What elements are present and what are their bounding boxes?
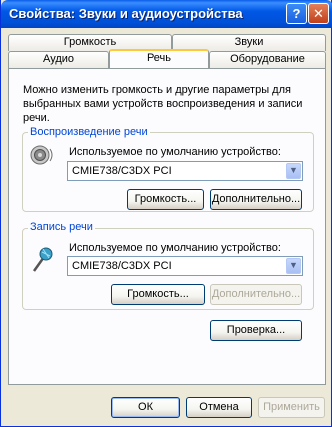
tab-hardware[interactable]: Оборудование xyxy=(209,51,326,68)
close-button[interactable]: ✕ xyxy=(308,3,329,24)
tab-audio[interactable]: Аудио xyxy=(8,51,109,68)
cancel-button[interactable]: Отмена xyxy=(186,397,252,418)
window-title: Свойства: Звуки и аудиоустройства xyxy=(9,6,243,21)
title-bar[interactable]: Свойства: Звуки и аудиоустройства ? ✕ xyxy=(1,0,332,28)
description-text: Можно изменить громкость и другие параме… xyxy=(23,84,303,124)
recording-device-value: CMIE738/C3DX PCI xyxy=(72,260,172,272)
dialog-window: Свойства: Звуки и аудиоустройства ? ✕ Гр… xyxy=(0,0,332,427)
recording-device-select[interactable]: CMIE738/C3DX PCI ▼ xyxy=(67,256,303,276)
test-button[interactable]: Проверка... xyxy=(210,320,302,341)
recording-advanced-button: Дополнительно... xyxy=(210,284,302,305)
recording-volume-button[interactable]: Громкость... xyxy=(111,284,205,305)
playback-device-select[interactable]: CMIE738/C3DX PCI ▼ xyxy=(67,161,303,181)
chevron-down-icon[interactable]: ▼ xyxy=(286,163,301,179)
help-button[interactable]: ? xyxy=(286,3,307,24)
apply-button: Применить xyxy=(258,397,325,418)
playback-device-label: Используемое по умолчанию устройство: xyxy=(69,146,281,158)
playback-advanced-button[interactable]: Дополнительно... xyxy=(210,189,302,210)
microphone-icon xyxy=(32,247,53,272)
recording-device-label: Используемое по умолчанию устройство: xyxy=(69,242,281,254)
recording-group-title: Запись речи xyxy=(28,221,95,233)
chevron-down-icon[interactable]: ▼ xyxy=(286,258,301,274)
playback-device-value: CMIE738/C3DX PCI xyxy=(72,165,172,177)
ok-button[interactable]: ОК xyxy=(111,397,180,418)
playback-group-title: Воспроизведение речи xyxy=(28,126,150,138)
playback-volume-button[interactable]: Громкость... xyxy=(127,189,204,210)
tab-speech[interactable]: Речь xyxy=(109,49,209,68)
speaker-icon xyxy=(30,145,53,165)
